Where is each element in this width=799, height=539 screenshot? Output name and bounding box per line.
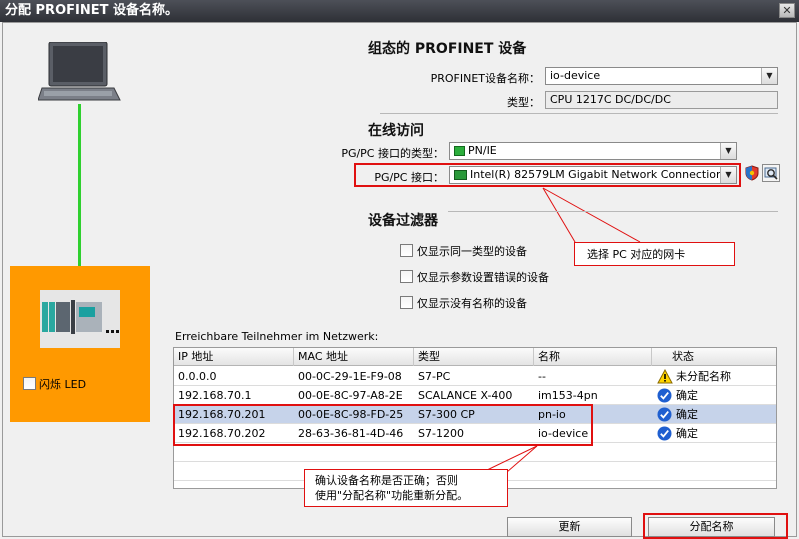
chevron-down-icon: ▼: [720, 143, 736, 159]
filter-param-error-checkbox[interactable]: [400, 270, 413, 283]
cell-type: S7-PC: [418, 370, 451, 383]
confirm-callout: 确认设备名称是否正确；否则 使用"分配名称"功能重新分配。: [304, 469, 508, 507]
reachable-devices-caption: Erreichbare Teilnehmer im Netzwerk:: [175, 330, 379, 343]
nic-callout-text: 选择 PC 对应的网卡: [587, 248, 686, 261]
cell-status: 确定: [676, 389, 698, 402]
flash-led-label: 闪烁 LED: [39, 378, 87, 391]
chevron-down-icon: ▼: [720, 167, 736, 183]
column-header-mac[interactable]: MAC 地址: [294, 348, 414, 366]
cell-name: --: [538, 370, 546, 383]
table-row[interactable]: 192.168.70.1 00-0E-8C-97-A8-2E SCALANCE …: [174, 386, 776, 405]
shield-icon[interactable]: [744, 165, 760, 181]
cell-name: im153-4pn: [538, 389, 598, 402]
column-header-type[interactable]: 类型: [414, 348, 534, 366]
cell-status: 未分配名称: [676, 370, 731, 383]
cell-status: 确定: [676, 427, 698, 440]
nic-callout-pointer: [542, 187, 641, 243]
cell-type: SCALANCE X-400: [418, 389, 513, 402]
pc-icon: [37, 41, 122, 106]
filter-same-type-checkbox[interactable]: [400, 244, 413, 257]
column-header-status[interactable]: 状态: [652, 348, 776, 366]
close-button[interactable]: ✕: [779, 3, 795, 18]
warning-icon: [657, 368, 673, 384]
ok-check-icon: [657, 388, 672, 403]
table-header: IP 地址 MAC 地址 类型 名称 状态: [174, 348, 776, 366]
table-row[interactable]: 0.0.0.0 00-0C-29-1E-F9-08 S7-PC -- 未分配名称: [174, 367, 776, 386]
device-name-value: io-device: [550, 69, 601, 82]
interface-type-combo[interactable]: PN/IE ▼: [449, 142, 737, 160]
filter-same-type-label: 仅显示同一类型的设备: [417, 245, 527, 258]
cell-mac: 00-0C-29-1E-F9-08: [298, 370, 402, 383]
interface-label: PG/PC 接口：: [374, 171, 444, 184]
nic-callout: 选择 PC 对应的网卡: [574, 242, 735, 266]
plc-device-icon: [40, 290, 120, 348]
filter-no-name-label: 仅显示没有名称的设备: [417, 297, 527, 310]
network-card-icon: [454, 170, 467, 180]
device-name-combo[interactable]: io-device ▼: [545, 67, 778, 85]
column-header-name[interactable]: 名称: [534, 348, 652, 366]
interface-type-label: PG/PC 接口的类型：: [341, 147, 444, 160]
confirm-callout-line2: 使用"分配名称"功能重新分配。: [315, 489, 469, 502]
filter-param-error-label: 仅显示参数设置错误的设备: [417, 271, 549, 284]
rows-highlight-box: [173, 404, 593, 446]
filter-no-name-checkbox[interactable]: [400, 296, 413, 309]
cell-status: 确定: [676, 408, 698, 421]
cell-ip: 0.0.0.0: [178, 370, 217, 383]
online-heading: 在线访问: [368, 123, 424, 139]
device-type-field: CPU 1217C DC/DC/DC: [545, 91, 778, 109]
cell-mac: 00-0E-8C-97-A8-2E: [298, 389, 403, 402]
filter-heading: 设备过滤器: [368, 213, 438, 229]
window-title-bar: 分配 PROFINET 设备名称。: [0, 0, 799, 22]
interface-combo[interactable]: Intel(R) 82579LM Gigabit Network Connect…: [449, 166, 737, 184]
window-title: 分配 PROFINET 设备名称。: [5, 3, 178, 18]
device-type-value: CPU 1217C DC/DC/DC: [550, 93, 671, 106]
interface-type-value: PN/IE: [468, 144, 497, 157]
device-name-label: PROFINET设备名称：: [430, 72, 540, 85]
column-header-ip[interactable]: IP 地址: [174, 348, 294, 366]
ok-check-icon: [657, 426, 672, 441]
refresh-button[interactable]: 更新: [507, 517, 632, 537]
confirm-callout-line1: 确认设备名称是否正确；否则: [315, 474, 458, 487]
separator-configured: [380, 113, 778, 114]
pn-ie-icon: [454, 146, 465, 156]
flash-led-checkbox[interactable]: [23, 377, 36, 390]
diagnostics-icon[interactable]: [762, 164, 780, 182]
separator-online: [448, 211, 778, 212]
configured-heading: 组态的 PROFINET 设备: [368, 41, 527, 57]
chevron-down-icon: ▼: [761, 68, 777, 84]
interface-value: Intel(R) 82579LM Gigabit Network Connect…: [470, 168, 723, 181]
cell-ip: 192.168.70.1: [178, 389, 252, 402]
device-type-label: 类型：: [507, 96, 540, 109]
ok-check-icon: [657, 407, 672, 422]
assign-name-button[interactable]: 分配名称: [648, 517, 775, 537]
